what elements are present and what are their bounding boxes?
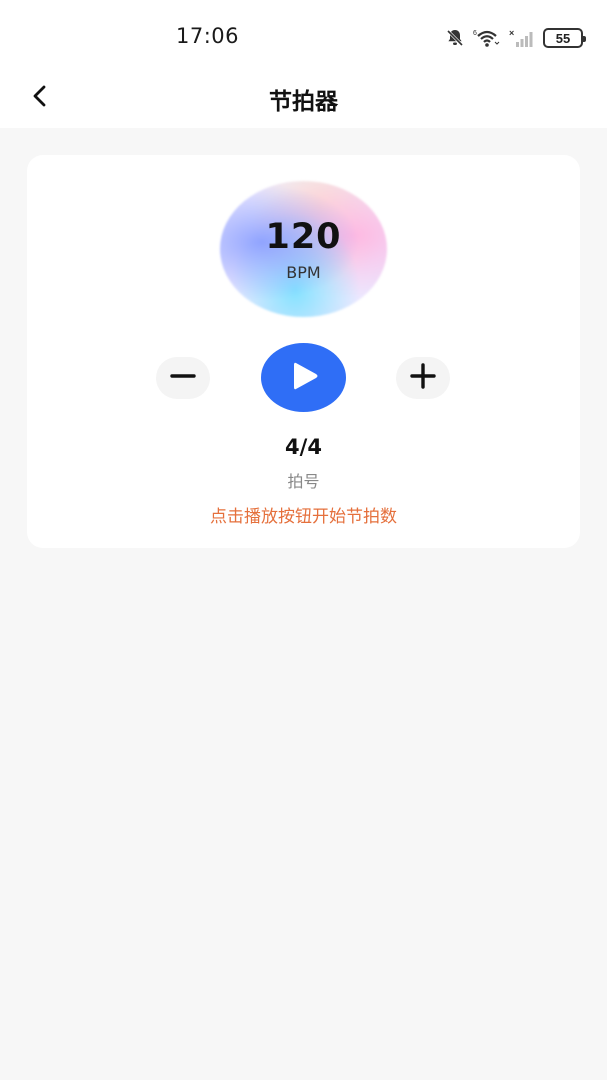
time-signature[interactable]: 4/4	[27, 435, 580, 459]
nav-bar: 节拍器	[0, 70, 607, 128]
play-button[interactable]	[261, 343, 346, 412]
bpm-value: 120	[265, 217, 342, 257]
metronome-card: 120 BPM 4/4 拍号 点击播放按钮开始节拍数	[27, 155, 580, 548]
battery-level: 55	[555, 30, 571, 46]
play-icon	[286, 358, 322, 398]
signal-icon: ×	[509, 28, 535, 48]
battery-indicator: 55	[543, 28, 586, 48]
hint-text: 点击播放按钮开始节拍数	[210, 507, 397, 527]
plus-icon	[408, 361, 438, 395]
decrease-bpm-button[interactable]	[156, 357, 210, 399]
status-bar: 17:06 6 × 55	[0, 0, 607, 70]
minus-icon	[168, 361, 198, 395]
status-icons: 6 × 55	[445, 26, 586, 50]
svg-text:6: 6	[473, 30, 477, 37]
page-title: 节拍器	[269, 89, 338, 115]
increase-bpm-button[interactable]	[396, 357, 450, 399]
status-time: 17:06	[176, 24, 240, 48]
bell-muted-icon	[445, 28, 465, 48]
svg-text:×: ×	[509, 28, 514, 38]
bpm-unit: BPM	[286, 263, 321, 282]
wifi-icon: 6	[473, 28, 501, 48]
time-signature-label: 拍号	[287, 472, 320, 491]
